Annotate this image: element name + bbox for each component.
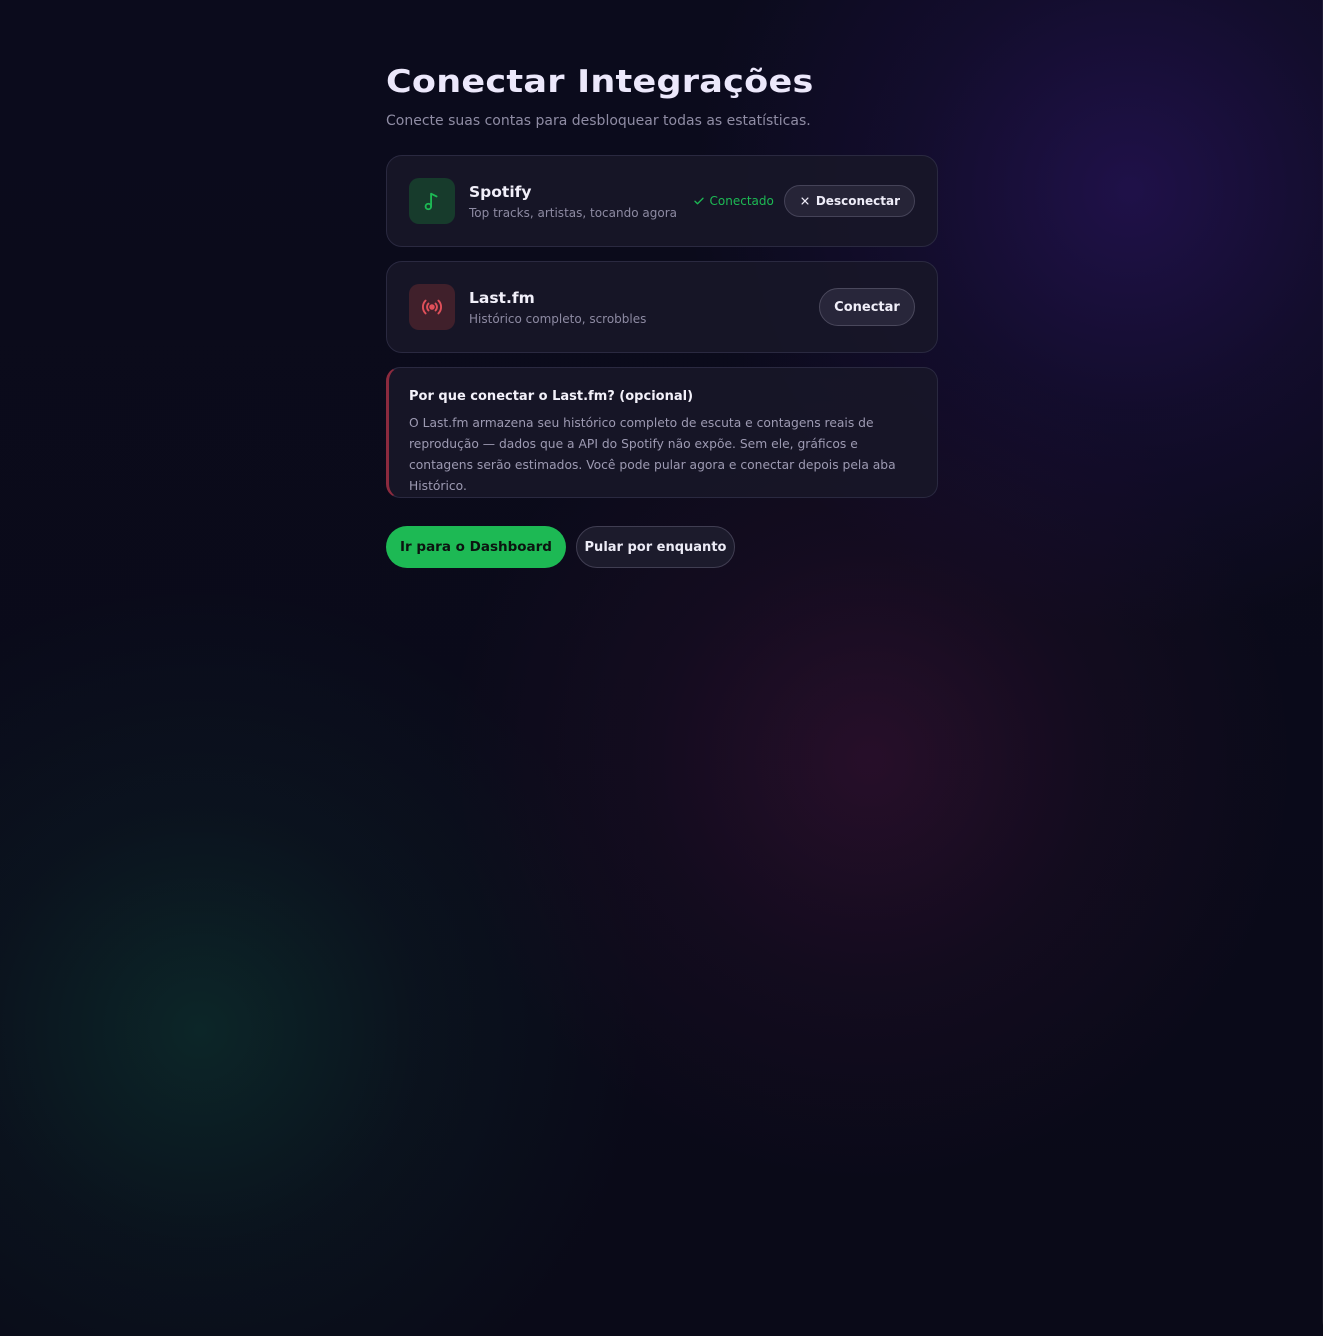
close-icon: [801, 197, 809, 205]
go-to-dashboard-button[interactable]: Ir para o Dashboard: [386, 526, 566, 568]
info-body: O Last.fm armazena seu histórico complet…: [409, 416, 896, 493]
skip-button[interactable]: Pular por enquanto: [576, 526, 735, 568]
actions-row: Ir para o Dashboard Pular por enquanto: [386, 526, 938, 568]
integration-description: Histórico completo, scrobbles: [469, 311, 647, 326]
integration-description: Top tracks, artistas, tocando agora: [469, 205, 677, 220]
broadcast-icon: [409, 284, 455, 330]
integration-name: Spotify: [469, 182, 532, 201]
music-note-icon: [409, 178, 455, 224]
connect-lastfm-button[interactable]: Conectar: [819, 288, 915, 326]
status-badge: Conectado: [693, 194, 774, 208]
integration-info-lastfm: Last.fm Histórico completo, scrobbles: [469, 288, 819, 327]
integration-card-lastfm: Last.fm Histórico completo, scrobbles Co…: [386, 261, 938, 353]
disconnect-label: Desconectar: [815, 194, 900, 208]
check-icon: [693, 197, 704, 205]
page-title: Conectar Integrações: [386, 64, 814, 100]
main-content: Conectar Integrações Conecte suas contas…: [386, 62, 938, 568]
info-title: Por que conectar o Last.fm? (opcional): [409, 389, 694, 404]
integration-info-spotify: Spotify Top tracks, artistas, tocando ag…: [469, 182, 693, 221]
page: Conectar Integrações Conecte suas contas…: [0, 0, 1323, 1336]
status-label: Conectado: [709, 194, 774, 208]
integration-name: Last.fm: [469, 288, 535, 307]
page-subtitle: Conecte suas contas para desbloquear tod…: [386, 113, 811, 129]
integration-card-spotify: Spotify Top tracks, artistas, tocando ag…: [386, 155, 938, 247]
info-callout: Por que conectar o Last.fm? (opcional) O…: [386, 367, 938, 498]
disconnect-spotify-button[interactable]: Desconectar: [783, 185, 915, 217]
